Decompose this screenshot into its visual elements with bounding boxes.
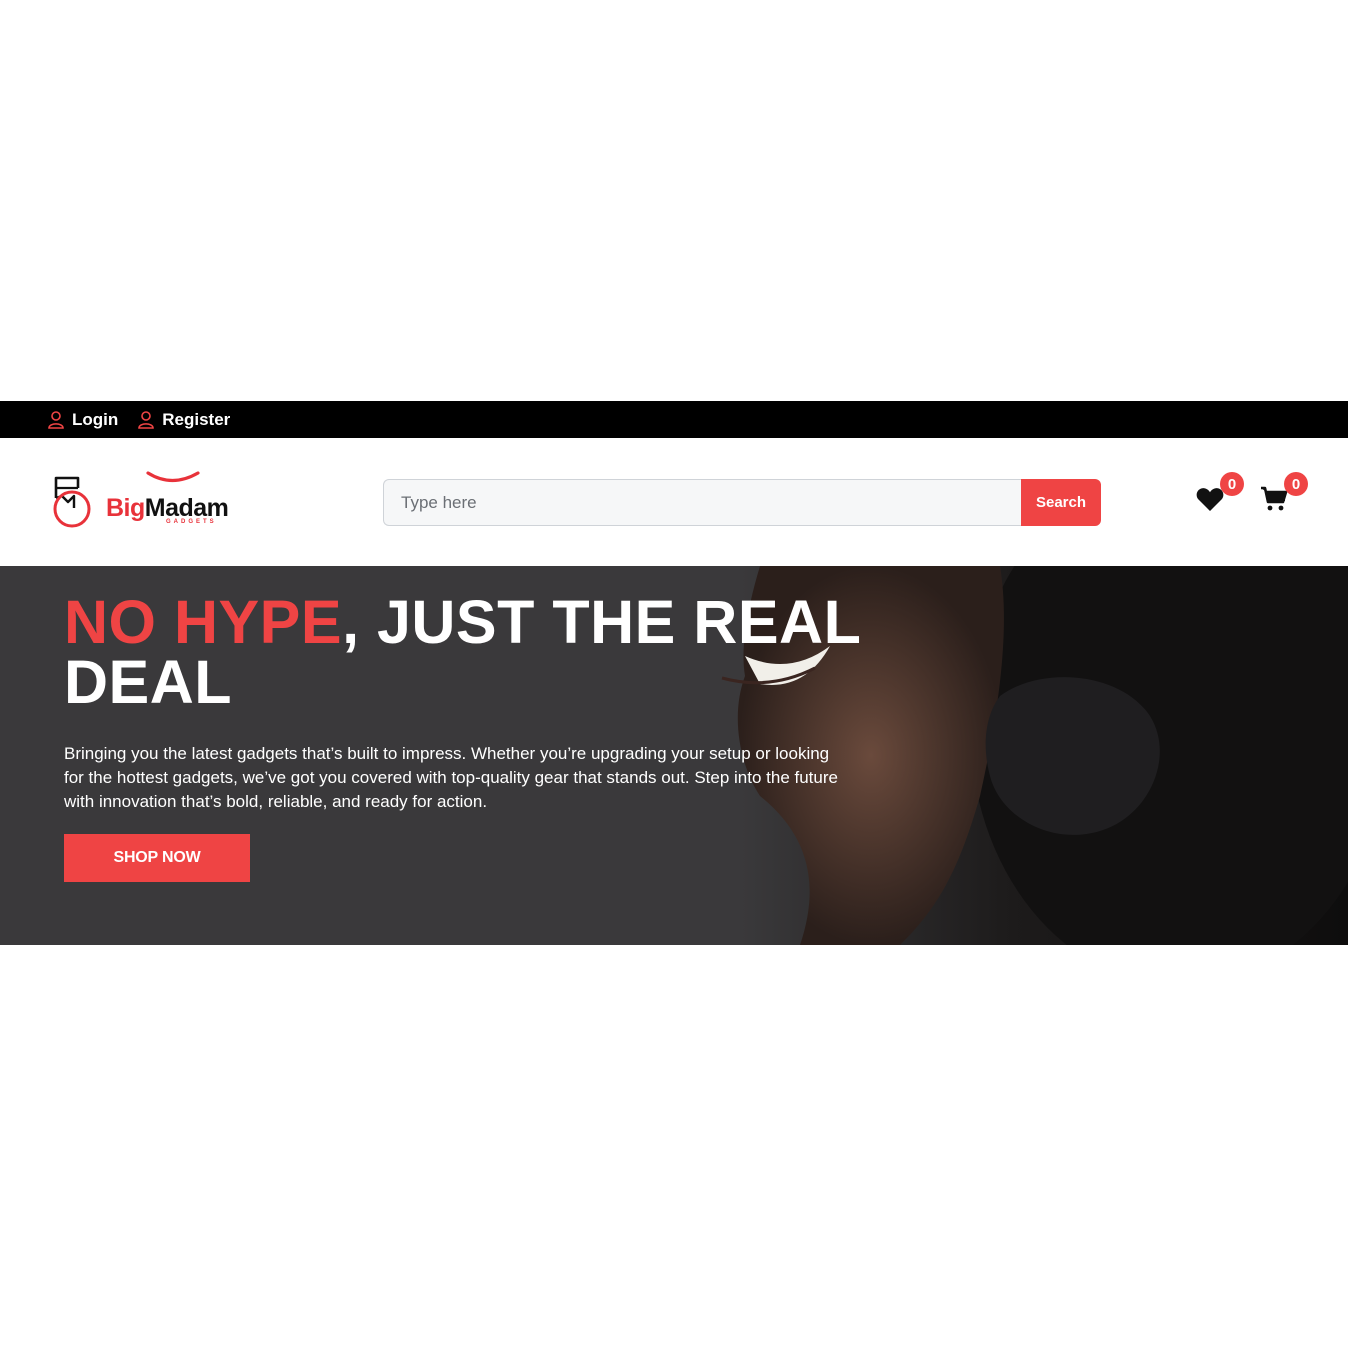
cart-icon [1261, 486, 1288, 511]
brand-big: Big [106, 494, 145, 522]
heart-icon [1196, 488, 1224, 511]
wishlist-count-badge: 0 [1220, 472, 1244, 496]
hero-title: NO HYPE, JUST THE REAL DEAL [64, 592, 864, 713]
brand-tagline: GADGETS [166, 519, 217, 525]
page: Login Register BigMadam GADGETS Type her… [0, 0, 1348, 1348]
user-icon [138, 410, 155, 429]
register-label: Register [162, 409, 231, 429]
hero-title-accent: NO HYPE [64, 588, 343, 656]
wishlist-button[interactable]: 0 [1196, 472, 1244, 517]
user-icon [48, 410, 64, 429]
smile-arc-icon [146, 471, 200, 483]
top-bar: Login Register [0, 401, 1348, 438]
cart-button[interactable]: 0 [1260, 472, 1308, 517]
hero-banner: NO HYPE, JUST THE REAL DEAL Bringing you… [0, 566, 1348, 945]
brand-madam: Madam [144, 494, 229, 522]
logo-mark-icon [53, 476, 91, 528]
register-link[interactable]: Register [138, 410, 230, 430]
search-bar: Search [383, 479, 1101, 526]
login-label: Login [72, 409, 119, 429]
login-link[interactable]: Login [48, 410, 118, 430]
cart-count-badge: 0 [1284, 472, 1308, 496]
shop-now-button[interactable]: SHOP NOW [64, 834, 250, 882]
search-input[interactable] [383, 479, 1021, 526]
brand-logo[interactable]: BigMadam GADGETS [48, 471, 256, 532]
header: BigMadam GADGETS Search 0 0 [0, 438, 1348, 566]
search-button[interactable]: Search [1021, 479, 1101, 526]
hero-description: Bringing you the latest gadgets that’s b… [64, 744, 838, 811]
